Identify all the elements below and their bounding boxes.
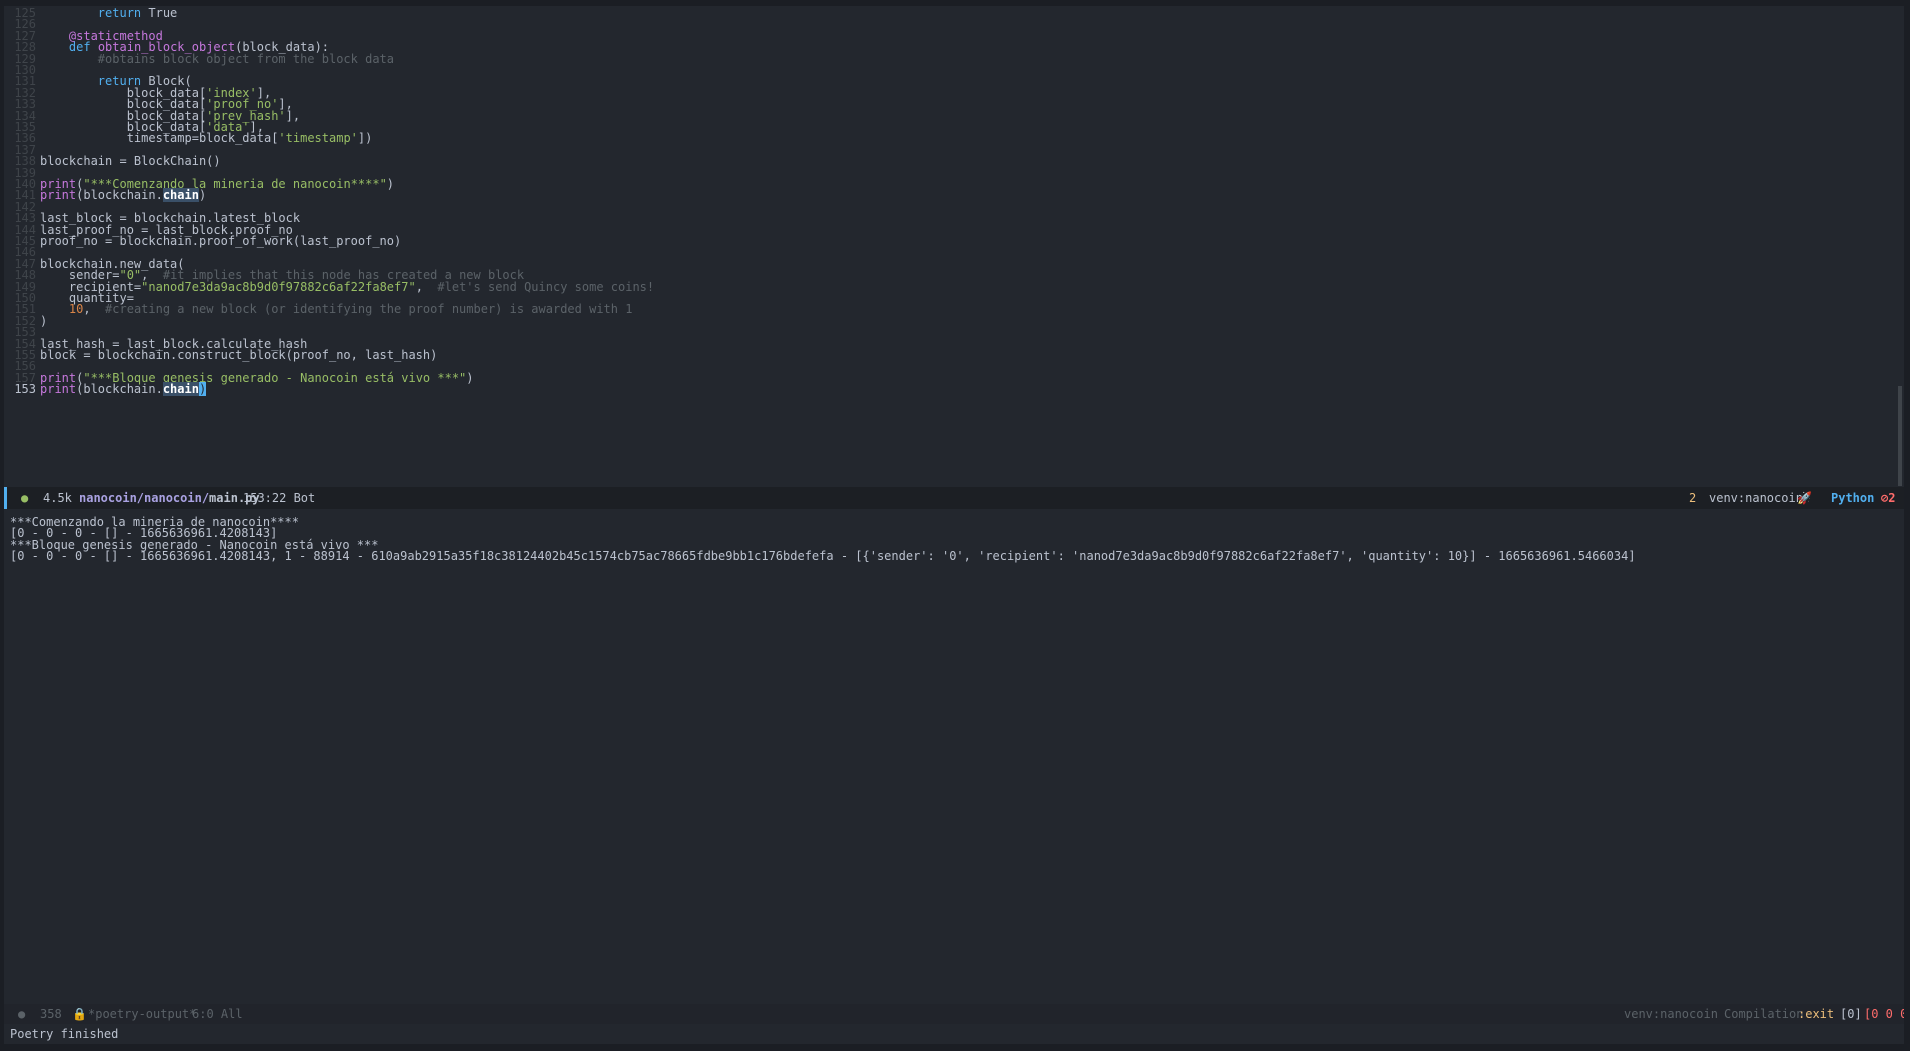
exit-label: :exit: [1798, 1007, 1835, 1021]
compilation-label: Compilation: [1724, 1007, 1804, 1021]
output-modeline: ● 358 🔒 *poetry-output* 6:0 All venv:nan…: [4, 1004, 1904, 1024]
buffer-name[interactable]: *poetry-output*: [88, 1004, 196, 1024]
cursor-position: 6:0 All: [192, 1007, 243, 1021]
file-path[interactable]: nanocoin/nanocoin/main.py: [79, 487, 260, 509]
output-line: [0 - 0 - 0 - [] - 1665636961.4208143, 1 …: [10, 549, 1636, 564]
exit-code: [0]: [1840, 1007, 1862, 1021]
line-text: print(blockchain.chain): [40, 382, 207, 397]
poetry-output-buffer[interactable]: ***Comenzando la mineria de nanocoin****…: [4, 515, 1904, 995]
venv-indicator[interactable]: venv:nanocoin: [1624, 1004, 1718, 1024]
lock-icon: 🔒: [72, 1007, 87, 1021]
count-indicator: 2: [1689, 491, 1697, 505]
echo-area: Poetry finished: [10, 1027, 119, 1041]
code-line[interactable]: 153 print(blockchain.chain): [4, 382, 1904, 397]
code-editor[interactable]: 125 return True 126 127 @staticmethod 128 d…: [4, 6, 1904, 486]
scrollbar[interactable]: [1898, 386, 1902, 486]
file-path-dir: nanocoin/nanocoin/: [79, 491, 210, 505]
buffer-size: 358: [40, 1007, 62, 1021]
venv-indicator[interactable]: venv:nanocoin: [1709, 487, 1803, 509]
emacs-window: 125 return True 126 127 @staticmethod 128 d…: [4, 6, 1904, 1044]
buffer-state-icon: ●: [18, 1007, 26, 1021]
editor-modeline: ● 4.5k nanocoin/nanocoin/main.py 153:22 …: [4, 487, 1904, 509]
rocket-icon: 🚀: [1797, 491, 1812, 505]
buffer-size: 4.5k: [43, 491, 72, 505]
compile-counts: [0 0 0]: [1864, 1007, 1904, 1021]
major-mode[interactable]: Python: [1831, 487, 1874, 509]
cursor-position: 153:22 Bot: [243, 491, 316, 505]
line-number: 153: [14, 382, 36, 397]
buffer-state-icon: ●: [21, 491, 29, 505]
error-count[interactable]: ⊘2: [1881, 487, 1895, 509]
